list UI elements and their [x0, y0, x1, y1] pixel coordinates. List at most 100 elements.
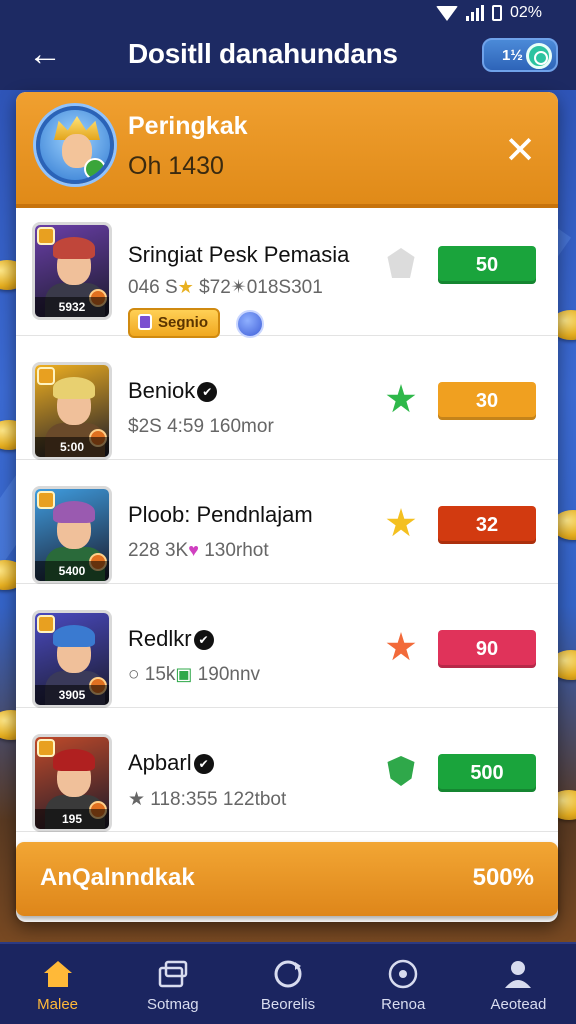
list-item[interactable]: 5932 Sringiat Pesk Pemasia 046 S★ $72✴01…	[16, 212, 558, 338]
stat-primary: 228 3K	[128, 540, 189, 561]
refresh-icon	[271, 958, 305, 990]
nav-item-beorelis[interactable]: Beorelis	[230, 944, 345, 1024]
stat-primary: 046 S	[128, 277, 178, 298]
card-icon	[138, 314, 152, 330]
player-avatar[interactable]: 195	[32, 734, 112, 832]
nav-item-malee[interactable]: Malee	[0, 944, 115, 1024]
stat-icon: ★	[177, 277, 194, 297]
stat-primary: ★ 118:355	[128, 789, 218, 810]
stat-icon: ▣	[175, 664, 193, 684]
home-icon	[41, 958, 75, 990]
app-header: ← Dositll danahundans 1½	[0, 26, 576, 86]
player-avatar[interactable]: 5400	[32, 486, 112, 584]
avatar-tag: 195	[35, 809, 109, 829]
list-item[interactable]: 5:00 Beniok ✔ $2S 4:59 160mor 30	[16, 336, 558, 460]
ranking-list: 5932 Sringiat Pesk Pemasia 046 S★ $72✴01…	[16, 212, 558, 832]
status-bar: 02%	[0, 0, 576, 26]
rank-shield-icon	[387, 756, 415, 786]
rank-star-icon	[386, 384, 416, 413]
battery-icon	[491, 5, 502, 21]
rank-star-icon	[386, 508, 416, 537]
player-name-text: Apbarl	[128, 750, 192, 775]
panel-label: Peringkak	[128, 112, 248, 140]
level-icon	[37, 491, 55, 509]
verified-icon: ✔	[193, 754, 214, 774]
rank-star-icon	[386, 632, 416, 661]
stat-secondary: 122tbot	[217, 789, 287, 810]
rank-gem-icon	[387, 248, 415, 278]
avatar-hair	[53, 625, 95, 647]
leaderboard-panel: Peringkak Oh 1430 ✕ 5932 Sringiat Pesk P…	[16, 92, 558, 922]
list-item[interactable]: 3905 Redlkr ✔ ○ 15k▣ 190nnv 90	[16, 584, 558, 708]
player-stats: ○ 15k▣ 190nnv	[128, 664, 260, 686]
player-name-text: Ploob: Pendnlajam	[128, 502, 313, 527]
player-name: Redlkr ✔	[128, 626, 214, 652]
level-icon	[37, 227, 55, 245]
score-button[interactable]: 50	[438, 246, 536, 284]
profile-icon	[501, 958, 535, 990]
player-stats: 228 3K♥ 130rhot	[128, 540, 269, 562]
compass-icon	[386, 958, 420, 990]
panel-header: Peringkak Oh 1430 ✕	[16, 92, 558, 208]
level-icon	[37, 739, 55, 757]
player-avatar[interactable]: 3905	[32, 610, 112, 708]
avatar-hair	[53, 501, 95, 523]
wifi-icon	[435, 5, 458, 21]
player-avatar[interactable]: 5932	[32, 222, 112, 320]
player-name: Ploob: Pendnlajam	[128, 502, 313, 528]
summary-bar[interactable]: AnQalnndkak 500%	[16, 842, 558, 916]
level-icon	[37, 615, 55, 633]
currency-badge[interactable]: 1½	[482, 38, 558, 72]
guild-chip[interactable]: Segnio	[128, 308, 221, 338]
list-item[interactable]: 5400 Ploob: Pendnlajam 228 3K♥ 130rhot 3…	[16, 460, 558, 584]
guild-chip-label: Segnio	[158, 314, 209, 331]
score-button[interactable]: 90	[438, 630, 536, 668]
gem-icon	[526, 43, 552, 69]
avatar-hair	[53, 377, 95, 399]
player-name-text: Beniok	[128, 378, 196, 403]
shield-icon	[84, 158, 106, 180]
stat-primary: ○ 15k	[128, 664, 176, 685]
avatar-hair	[53, 749, 95, 771]
player-name: Sringiat Pesk Pemasia	[128, 242, 349, 268]
score-button[interactable]: 30	[438, 382, 536, 420]
panel-value: Oh 1430	[128, 152, 224, 180]
stat-primary: $2S 4:59	[128, 416, 205, 437]
avatar-tag: 5:00	[35, 437, 109, 457]
nav-label: Beorelis	[260, 996, 316, 1013]
player-name-text: Sringiat Pesk Pemasia	[128, 242, 350, 267]
player-stats: 046 S★ $72✴018S301	[128, 276, 323, 299]
player-stats: ★ 118:355 122tbot	[128, 788, 286, 811]
nav-item-sotmag[interactable]: Sotmag	[115, 944, 230, 1024]
stat-icon: ♥	[188, 540, 199, 560]
close-icon[interactable]: ✕	[502, 132, 538, 170]
player-name-text: Redlkr	[128, 626, 192, 651]
stat-secondary: 130rhot	[198, 540, 269, 561]
nav-item-renoa[interactable]: Renoa	[346, 944, 461, 1024]
player-name: Apbarl ✔	[128, 750, 214, 776]
player-avatar[interactable]	[36, 106, 114, 184]
list-item[interactable]: 195 Apbarl ✔ ★ 118:355 122tbot 500	[16, 708, 558, 832]
score-button[interactable]: 500	[438, 754, 536, 792]
nav-item-aeotead[interactable]: Aeotead	[461, 944, 576, 1024]
nav-label: Sotmag	[146, 996, 199, 1013]
nav-label: Renoa	[381, 996, 426, 1013]
summary-label: AnQalnndkak	[40, 864, 195, 891]
page-title: Dositll danahundans	[128, 38, 398, 69]
stat-secondary: 160mor	[204, 416, 274, 437]
nav-label: Malee	[37, 996, 79, 1013]
signal-icon	[465, 5, 484, 21]
score-button[interactable]: 32	[438, 506, 536, 544]
currency-badge-value: 1½	[502, 46, 523, 64]
avatar-tag: 5932	[35, 297, 109, 317]
back-arrow-icon[interactable]: ←	[28, 36, 68, 72]
avatar-tag: 5400	[35, 561, 109, 581]
level-icon	[37, 367, 55, 385]
avatar-hair	[53, 237, 95, 259]
player-avatar[interactable]: 5:00	[32, 362, 112, 460]
bottom-nav: Malee Sotmag Beorelis Renoa Aeotead	[0, 942, 576, 1024]
globe-icon[interactable]	[236, 310, 264, 338]
nav-label: Aeotead	[490, 996, 547, 1013]
verified-icon: ✔	[193, 630, 214, 650]
verified-icon: ✔	[197, 382, 218, 402]
